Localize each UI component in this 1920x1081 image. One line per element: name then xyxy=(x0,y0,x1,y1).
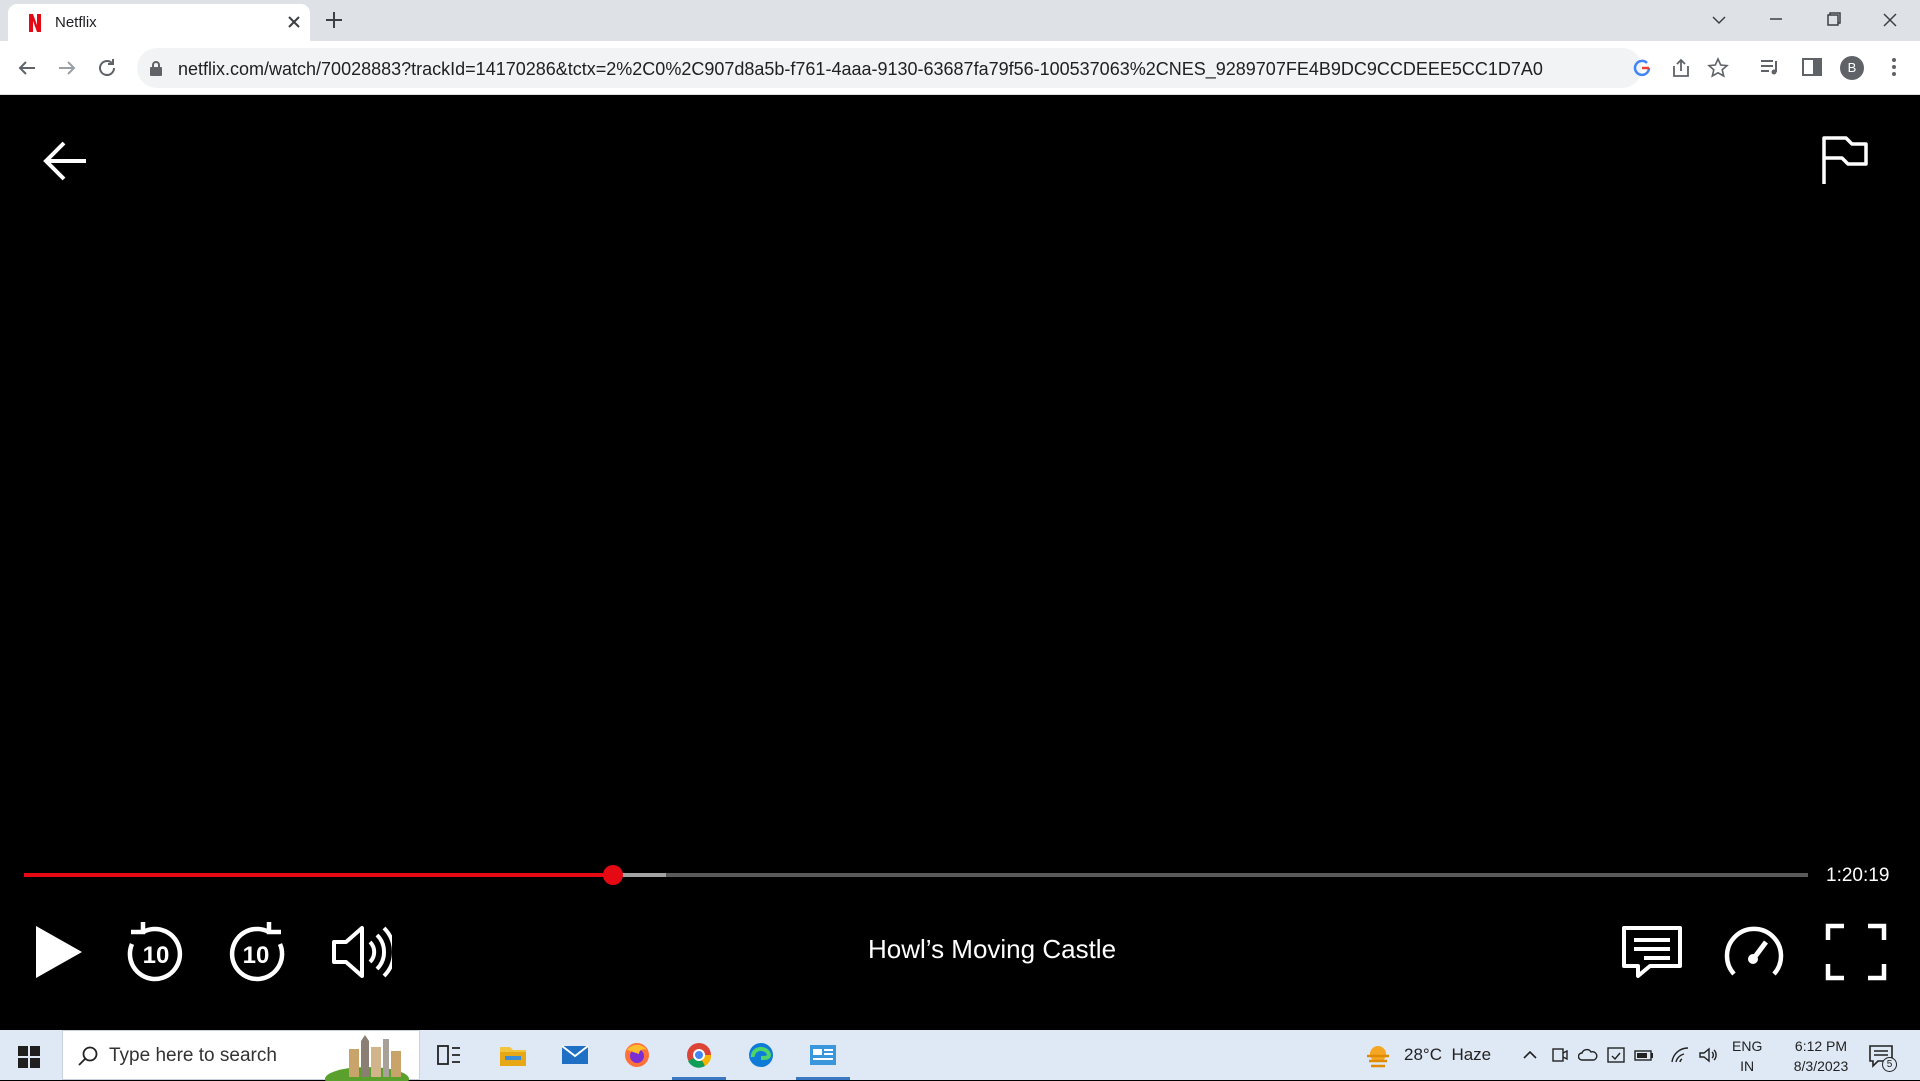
media-control-icon[interactable] xyxy=(1758,55,1782,79)
network-status-icon[interactable] xyxy=(1606,1046,1626,1064)
more-menu-icon[interactable] xyxy=(1882,55,1906,79)
restore-icon[interactable] xyxy=(1818,6,1848,34)
forward-seconds-label: 10 xyxy=(243,942,270,969)
search-placeholder: Type here to search xyxy=(109,1045,277,1066)
clock-date: 8/3/2023 xyxy=(1793,1058,1849,1074)
forward-icon[interactable] xyxy=(55,56,79,80)
subtitles-icon[interactable] xyxy=(1620,920,1684,984)
video-player[interactable]: 1:20:19 10 10 Howl’s Moving Castle xyxy=(0,96,1920,1030)
tab-title: Netflix xyxy=(55,14,97,31)
share-icon[interactable] xyxy=(1670,57,1692,79)
profile-avatar[interactable]: B xyxy=(1840,56,1864,80)
progress-fill xyxy=(24,873,613,877)
time-remaining: 1:20:19 xyxy=(1826,865,1890,886)
language-code: ENG xyxy=(1732,1038,1763,1054)
rewind-icon: 10 xyxy=(127,922,183,982)
forward-10-button[interactable]: 10 xyxy=(225,920,289,984)
side-panel-icon[interactable] xyxy=(1800,55,1824,79)
forward-icon: 10 xyxy=(229,922,285,982)
clock-time: 6:12 PM xyxy=(1794,1038,1848,1054)
movie-title: Howl’s Moving Castle xyxy=(867,934,1117,964)
back-arrow-icon[interactable] xyxy=(40,138,90,184)
show-hidden-icons-chevron-icon[interactable] xyxy=(1520,1046,1540,1064)
speaker-icon[interactable] xyxy=(1698,1046,1718,1064)
search-highlight-city-icon xyxy=(325,1035,409,1081)
browser-tab-strip: Netflix xyxy=(0,0,1920,41)
folder-icon xyxy=(500,1047,526,1066)
firefox-icon xyxy=(625,1043,649,1067)
tab-search-chevron-icon[interactable] xyxy=(1704,6,1734,34)
system-clock[interactable]: 6:12 PM 8/3/2023 xyxy=(1776,1036,1866,1076)
chrome-icon xyxy=(687,1043,712,1068)
weather-haze-icon[interactable] xyxy=(1364,1042,1392,1070)
mail-button[interactable] xyxy=(546,1030,604,1080)
rewind-seconds-label: 10 xyxy=(143,942,170,969)
address-bar[interactable]: netflix.com/watch/70028883?trackId=14170… xyxy=(137,48,1729,88)
google-translate-icon[interactable] xyxy=(1631,57,1653,79)
edge-icon xyxy=(749,1043,773,1067)
chrome-button[interactable] xyxy=(670,1030,728,1080)
reload-icon[interactable] xyxy=(95,56,119,80)
playback-speed-icon[interactable] xyxy=(1722,920,1786,984)
windows-taskbar: Type here to search 28°C Haze ENG IN 6:1… xyxy=(0,1030,1920,1081)
windows-start-icon[interactable] xyxy=(18,1046,40,1068)
back-icon[interactable] xyxy=(15,56,39,80)
scrubber-handle[interactable] xyxy=(603,865,623,885)
netflix-logo-icon xyxy=(29,14,41,32)
control-panel-icon xyxy=(810,1045,836,1065)
report-flag-icon[interactable] xyxy=(1818,134,1870,186)
mail-icon xyxy=(561,1045,589,1064)
volume-icon[interactable] xyxy=(328,920,392,984)
input-language[interactable]: ENG IN xyxy=(1732,1036,1762,1076)
browser-toolbar: netflix.com/watch/70028883?trackId=14170… xyxy=(0,41,1920,95)
file-explorer-button[interactable] xyxy=(484,1030,542,1080)
meet-now-icon[interactable] xyxy=(1550,1046,1570,1064)
search-icon xyxy=(78,1046,98,1066)
lock-icon[interactable] xyxy=(149,60,163,76)
wifi-icon[interactable] xyxy=(1670,1046,1690,1064)
edge-button[interactable] xyxy=(732,1030,790,1080)
task-view-button[interactable] xyxy=(421,1030,479,1080)
weather-desc: Haze xyxy=(1451,1045,1492,1064)
close-tab-icon[interactable] xyxy=(284,12,304,32)
fullscreen-icon[interactable] xyxy=(1824,920,1888,984)
new-tab-icon[interactable] xyxy=(324,10,344,30)
region-code: IN xyxy=(1740,1058,1755,1074)
close-window-icon[interactable] xyxy=(1875,6,1905,34)
weather-text[interactable]: 28°C Haze xyxy=(1404,1045,1491,1065)
weather-temp: 28°C xyxy=(1404,1045,1442,1064)
task-view-icon xyxy=(437,1045,460,1065)
tab-netflix[interactable]: Netflix xyxy=(8,4,310,41)
notification-count-badge: 5 xyxy=(1882,1057,1897,1072)
battery-icon[interactable] xyxy=(1634,1046,1654,1064)
play-icon[interactable] xyxy=(26,920,90,984)
control-panel-button[interactable] xyxy=(794,1030,852,1080)
firefox-button[interactable] xyxy=(608,1030,666,1080)
rewind-10-button[interactable]: 10 xyxy=(123,920,187,984)
taskbar-search-box[interactable]: Type here to search xyxy=(62,1030,420,1081)
minimize-icon[interactable] xyxy=(1761,6,1791,34)
onedrive-cloud-icon[interactable] xyxy=(1578,1046,1598,1064)
url-text[interactable]: netflix.com/watch/70028883?trackId=14170… xyxy=(178,59,1543,80)
bookmark-star-icon[interactable] xyxy=(1707,57,1729,79)
